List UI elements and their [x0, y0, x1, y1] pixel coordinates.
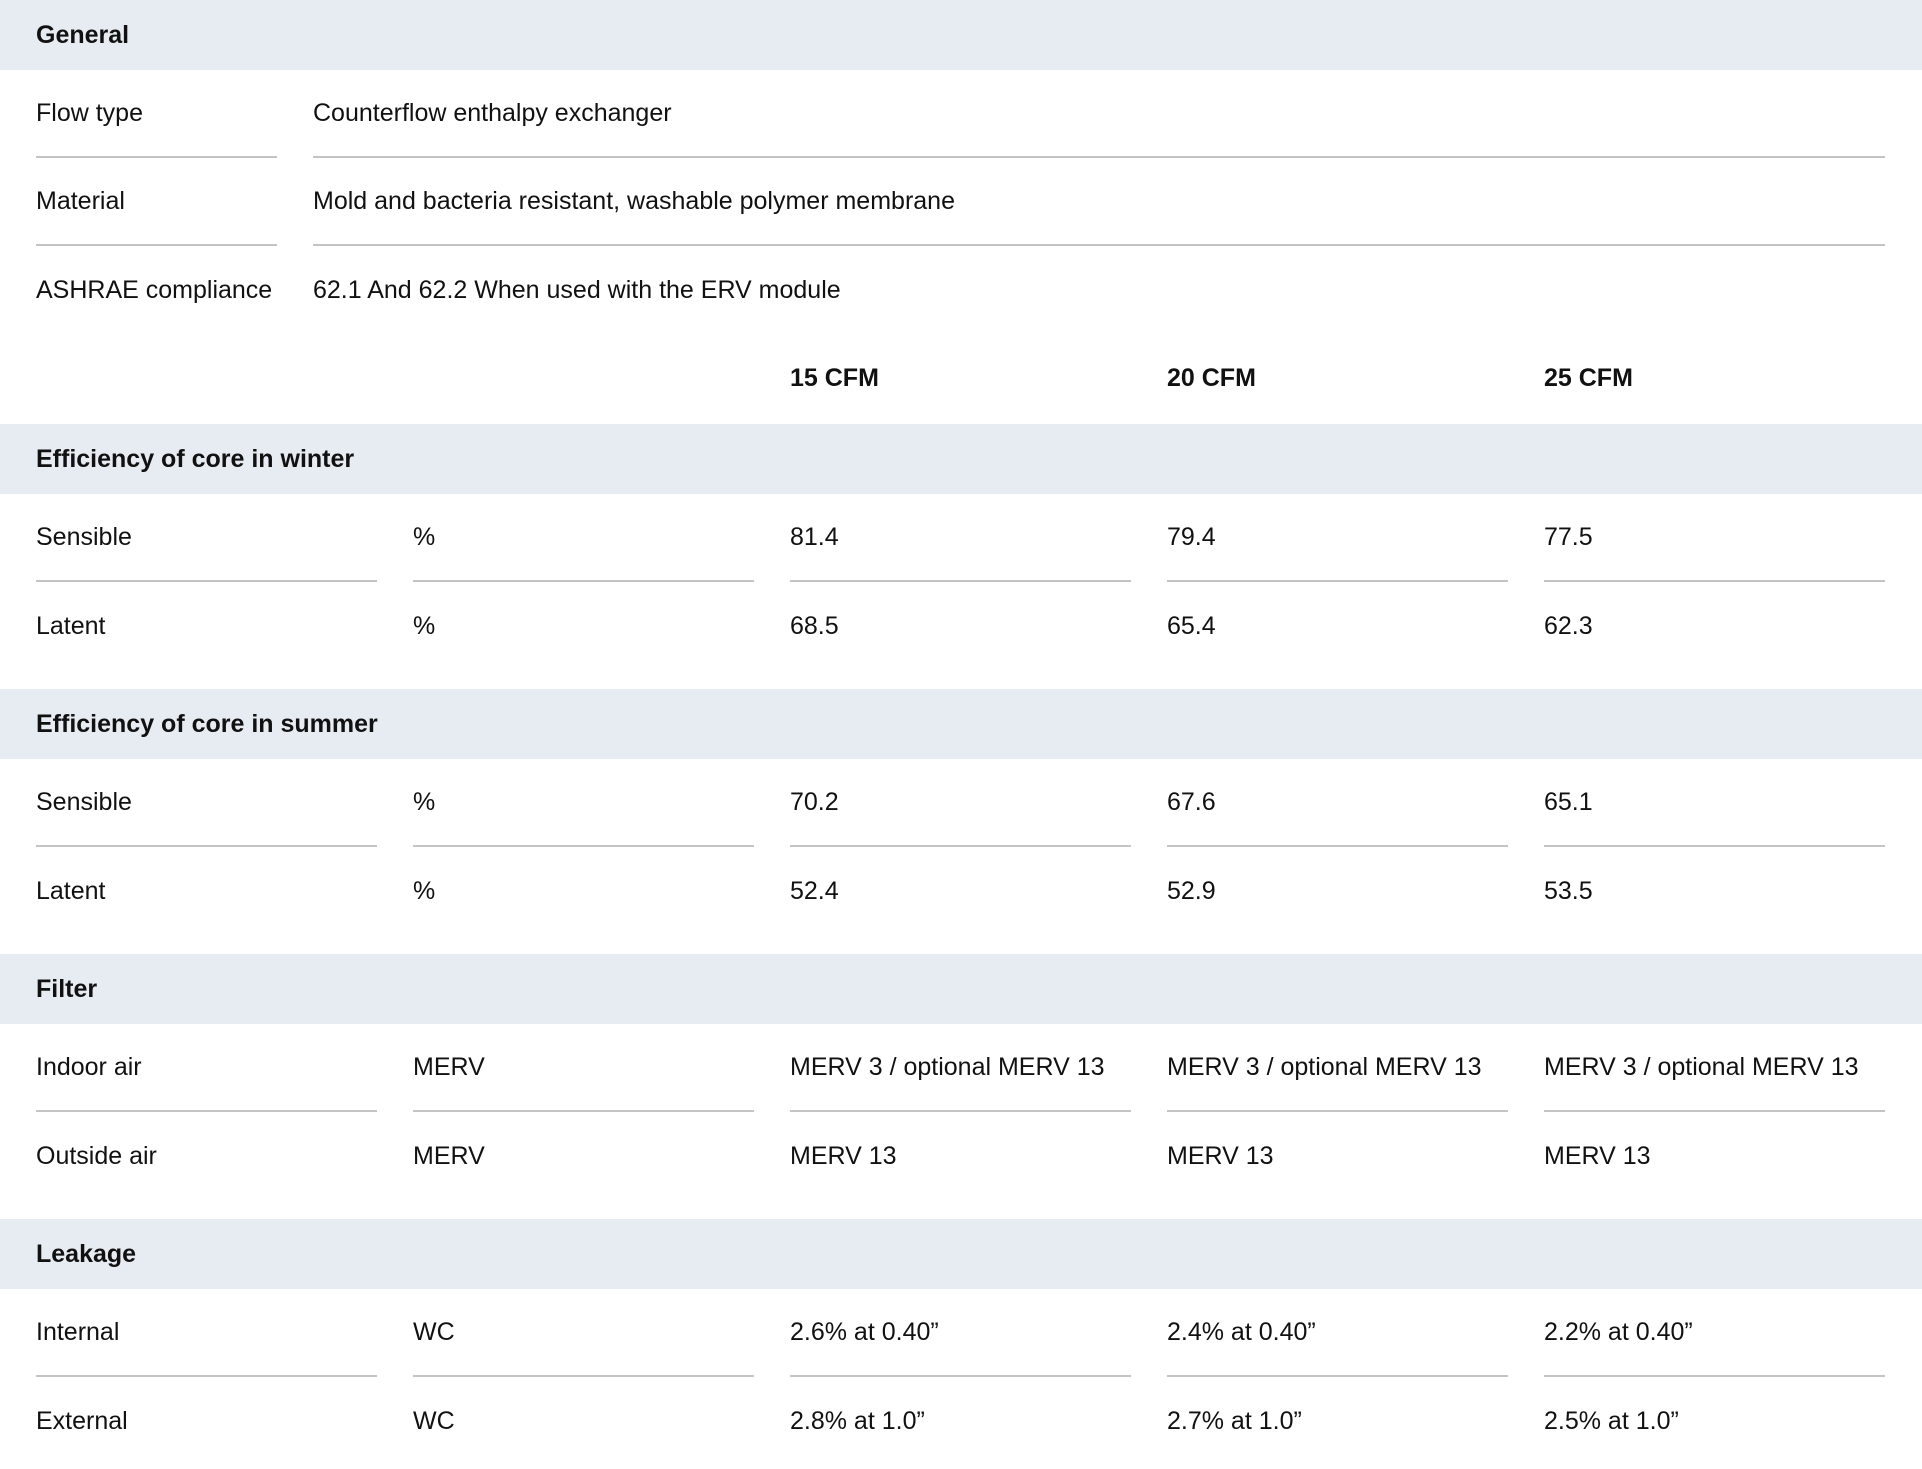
spec-value: Counterflow enthalpy exchanger — [313, 70, 1885, 158]
spec-label: Material — [36, 158, 277, 246]
column-header-15cfm: 15 CFM — [790, 363, 879, 392]
spec-value-20cfm: 67.6 — [1167, 759, 1508, 847]
spec-value-25cfm: 53.5 — [1544, 876, 1593, 905]
spec-value-20cfm: 65.4 — [1167, 611, 1216, 640]
spec-row-flow-type: Flow type Counterflow enthalpy exchanger — [0, 70, 1922, 158]
spec-row-material: Material Mold and bacteria resistant, wa… — [0, 158, 1922, 246]
spec-row-summer-latent: Latent % 52.4 52.9 53.5 — [0, 847, 1922, 935]
spec-value-15cfm: 70.2 — [790, 759, 1131, 847]
spec-label: Latent — [36, 611, 106, 640]
section-title: Filter — [36, 974, 98, 1003]
spec-value-15cfm: MERV 3 / optional MERV 13 — [790, 1024, 1131, 1112]
spec-unit: % — [413, 876, 436, 905]
section-title: General — [36, 20, 130, 49]
section-title: Leakage — [36, 1239, 137, 1268]
spec-value-15cfm: 2.6% at 0.40” — [790, 1289, 1131, 1377]
spec-unit: MERV — [413, 1141, 485, 1170]
spec-value-15cfm: 2.8% at 1.0” — [790, 1406, 925, 1435]
spec-label: Sensible — [36, 494, 377, 582]
section-filter-header: Filter — [0, 954, 1922, 1024]
spec-value-15cfm: MERV 13 — [790, 1141, 897, 1170]
spec-value-20cfm: MERV 13 — [1167, 1141, 1274, 1170]
spec-value: Mold and bacteria resistant, washable po… — [313, 158, 1885, 246]
spec-value-15cfm: 52.4 — [790, 876, 839, 905]
spec-row-summer-sensible: Sensible % 70.2 67.6 65.1 — [0, 759, 1922, 847]
spec-value-25cfm: 65.1 — [1544, 759, 1885, 847]
section-leakage-header: Leakage — [0, 1219, 1922, 1289]
spec-row-external-leakage: External WC 2.8% at 1.0” 2.7% at 1.0” 2.… — [0, 1377, 1922, 1465]
spec-value-25cfm: MERV 3 / optional MERV 13 — [1544, 1024, 1885, 1112]
spec-unit: WC — [413, 1406, 455, 1435]
spec-unit: WC — [413, 1289, 754, 1377]
spec-value-25cfm: MERV 13 — [1544, 1141, 1651, 1170]
section-general-header: General — [0, 0, 1922, 70]
spec-label: Flow type — [36, 70, 277, 158]
spec-value-25cfm: 2.5% at 1.0” — [1544, 1406, 1679, 1435]
spec-row-indoor-air: Indoor air MERV MERV 3 / optional MERV 1… — [0, 1024, 1922, 1112]
spec-value-25cfm: 62.3 — [1544, 611, 1593, 640]
spec-unit: % — [413, 759, 754, 847]
spec-value-20cfm: 2.7% at 1.0” — [1167, 1406, 1302, 1435]
spec-row-internal-leakage: Internal WC 2.6% at 0.40” 2.4% at 0.40” … — [0, 1289, 1922, 1377]
spec-value-15cfm: 81.4 — [790, 494, 1131, 582]
spec-row-winter-latent: Latent % 68.5 65.4 62.3 — [0, 582, 1922, 670]
spec-value-25cfm: 77.5 — [1544, 494, 1885, 582]
spec-label: External — [36, 1406, 128, 1435]
section-summer-header: Efficiency of core in summer — [0, 689, 1922, 759]
spec-value-25cfm: 2.2% at 0.40” — [1544, 1289, 1885, 1377]
spec-unit: % — [413, 611, 436, 640]
section-title: Efficiency of core in winter — [36, 444, 355, 473]
spec-unit: MERV — [413, 1024, 754, 1112]
spec-label: Outside air — [36, 1141, 157, 1170]
spec-label: ASHRAE compliance — [36, 275, 273, 304]
spec-label: Latent — [36, 876, 106, 905]
column-header-row: 15 CFM 20 CFM 25 CFM — [0, 334, 1922, 422]
spec-row-winter-sensible: Sensible % 81.4 79.4 77.5 — [0, 494, 1922, 582]
spec-row-ashrae: ASHRAE compliance 62.1 And 62.2 When use… — [0, 246, 1922, 334]
spec-value-15cfm: 68.5 — [790, 611, 839, 640]
section-title: Efficiency of core in summer — [36, 709, 378, 738]
spec-label: Internal — [36, 1289, 377, 1377]
spec-row-outside-air: Outside air MERV MERV 13 MERV 13 MERV 13 — [0, 1112, 1922, 1200]
column-header-25cfm: 25 CFM — [1544, 363, 1633, 392]
spec-unit: % — [413, 494, 754, 582]
spec-value: 62.1 And 62.2 When used with the ERV mod… — [313, 275, 841, 304]
section-winter-header: Efficiency of core in winter — [0, 424, 1922, 494]
spec-value-20cfm: 2.4% at 0.40” — [1167, 1289, 1508, 1377]
spec-label: Sensible — [36, 759, 377, 847]
spec-value-20cfm: 79.4 — [1167, 494, 1508, 582]
spec-value-20cfm: MERV 3 / optional MERV 13 — [1167, 1024, 1508, 1112]
spec-value-20cfm: 52.9 — [1167, 876, 1216, 905]
spec-label: Indoor air — [36, 1024, 377, 1112]
column-header-20cfm: 20 CFM — [1167, 363, 1256, 392]
